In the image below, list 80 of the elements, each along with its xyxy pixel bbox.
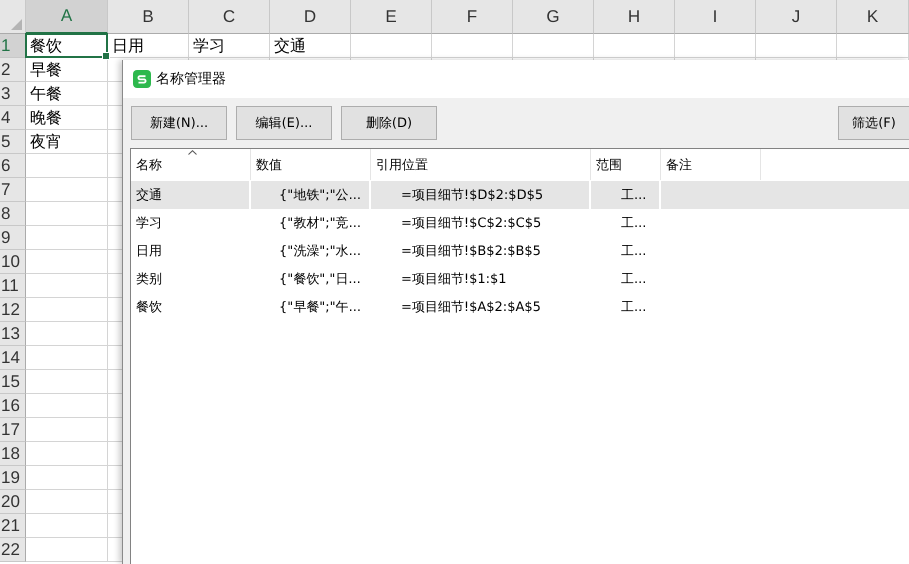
table-cell: 夜宵 — [26, 130, 108, 154]
column-header[interactable]: J — [756, 0, 837, 34]
select-all-corner[interactable] — [0, 0, 26, 34]
table-cell: 日用 — [108, 34, 189, 58]
column-header[interactable]: C — [189, 0, 270, 34]
row-header[interactable]: 1 — [0, 34, 26, 58]
list-row[interactable]: 日用 {"洗澡";"水... =项目细节!$B$2:$B$5 工... — [131, 237, 909, 265]
column-header[interactable]: E — [351, 0, 432, 34]
column-header[interactable]: K — [837, 0, 909, 34]
table-cell-text: 日用 — [135, 243, 163, 261]
row-header[interactable]: 9 — [0, 226, 26, 250]
table-cell-text: 工... — [620, 271, 648, 289]
table-cell-text: 学习 — [135, 215, 163, 233]
row-header[interactable]: 17 — [0, 418, 26, 442]
table-cell: 学习 — [189, 34, 270, 58]
row-header[interactable]: 20 — [0, 490, 26, 514]
column-header[interactable]: D — [270, 0, 351, 34]
row-header[interactable]: 22 — [0, 538, 26, 562]
table-cell-text: =项目细节!$C$2:$C$5 — [400, 215, 542, 233]
table-cell-text: =项目细节!$B$2:$B$5 — [400, 243, 542, 261]
table-cell: =项目细节!$D$2:$D$5 — [371, 181, 591, 209]
row-header[interactable]: 4 — [0, 106, 26, 130]
row-header[interactable]: 15 — [0, 370, 26, 394]
table-cell: {"地铁";"公... — [251, 181, 371, 209]
row-header[interactable]: 10 — [0, 250, 26, 274]
dialog-title: 名称管理器 — [156, 70, 226, 88]
table-cell-text: 类别 — [135, 271, 163, 289]
column-header[interactable]: I — [675, 0, 756, 34]
column-header[interactable]: B — [108, 0, 189, 34]
column-header[interactable]: 数值 — [251, 149, 371, 180]
table-cell-text: {"早餐";"午... — [278, 299, 362, 317]
filter-button[interactable]: 筛选(F) — [838, 106, 909, 140]
toolbar-button[interactable]: 删除(D) — [341, 106, 437, 140]
table-cell-text: 工... — [620, 299, 648, 317]
table-cell: 交通 — [270, 34, 351, 58]
table-cell-text: =项目细节!$1:$1 — [400, 271, 508, 289]
list-row[interactable]: 交通 {"地铁";"公... =项目细节!$D$2:$D$5 工... — [131, 181, 909, 209]
column-header[interactable]: 范围 — [591, 149, 661, 180]
column-header[interactable]: F — [432, 0, 513, 34]
row-header[interactable]: 5 — [0, 130, 26, 154]
corner-triangle-icon — [11, 19, 22, 30]
list-row[interactable]: 餐饮 {"早餐";"午... =项目细节!$A$2:$A$5 工... — [131, 293, 909, 321]
row-header[interactable]: 8 — [0, 202, 26, 226]
app-logo-icon — [133, 70, 151, 88]
row-header[interactable]: 2 — [0, 58, 26, 82]
row-header[interactable]: 11 — [0, 274, 26, 298]
column-header[interactable]: 备注 — [661, 149, 761, 180]
row-header[interactable]: 12 — [0, 298, 26, 322]
table-cell-text: 工... — [620, 243, 648, 261]
table-cell-text: =项目细节!$A$2:$A$5 — [400, 299, 542, 317]
table-cell-text: {"餐饮","日... — [278, 271, 362, 289]
row-header[interactable]: 18 — [0, 442, 26, 466]
table-cell-text: {"教材";"竞... — [278, 215, 362, 233]
list-row[interactable]: 学习 {"教材";"竞... =项目细节!$C$2:$C$5 工... — [131, 209, 909, 237]
row-header[interactable]: 16 — [0, 394, 26, 418]
column-header[interactable]: A — [26, 0, 108, 34]
row-header[interactable]: 19 — [0, 466, 26, 490]
row-header[interactable]: 3 — [0, 82, 26, 106]
column-header[interactable]: 名称 — [131, 149, 251, 180]
empty-cell — [837, 34, 909, 58]
table-cell-text: 工... — [620, 215, 648, 233]
table-cell: 交通 — [131, 181, 251, 209]
list-row[interactable]: 类别 {"餐饮","日... =项目细节!$1:$1 工... — [131, 265, 909, 293]
table-cell[interactable]: 餐饮 — [25, 33, 108, 58]
row-header[interactable]: 6 — [0, 154, 26, 178]
row-header[interactable]: 14 — [0, 346, 26, 370]
column-header[interactable]: G — [513, 0, 594, 34]
column-header[interactable]: H — [594, 0, 675, 34]
toolbar-button[interactable]: 新建(N)... — [131, 106, 227, 140]
row-header[interactable]: 13 — [0, 322, 26, 346]
table-cell: 午餐 — [26, 82, 108, 106]
table-cell: 晚餐 — [26, 106, 108, 130]
table-cell: 早餐 — [26, 58, 108, 82]
toolbar-button[interactable]: 编辑(E)... — [236, 106, 332, 140]
table-cell-text: 餐饮 — [135, 299, 163, 317]
row-header[interactable]: 7 — [0, 178, 26, 202]
row-header[interactable]: 21 — [0, 514, 26, 538]
column-header[interactable]: 引用位置 — [371, 149, 591, 180]
table-cell-text: {"洗澡";"水... — [278, 243, 362, 261]
table-cell: 工... — [591, 181, 661, 209]
